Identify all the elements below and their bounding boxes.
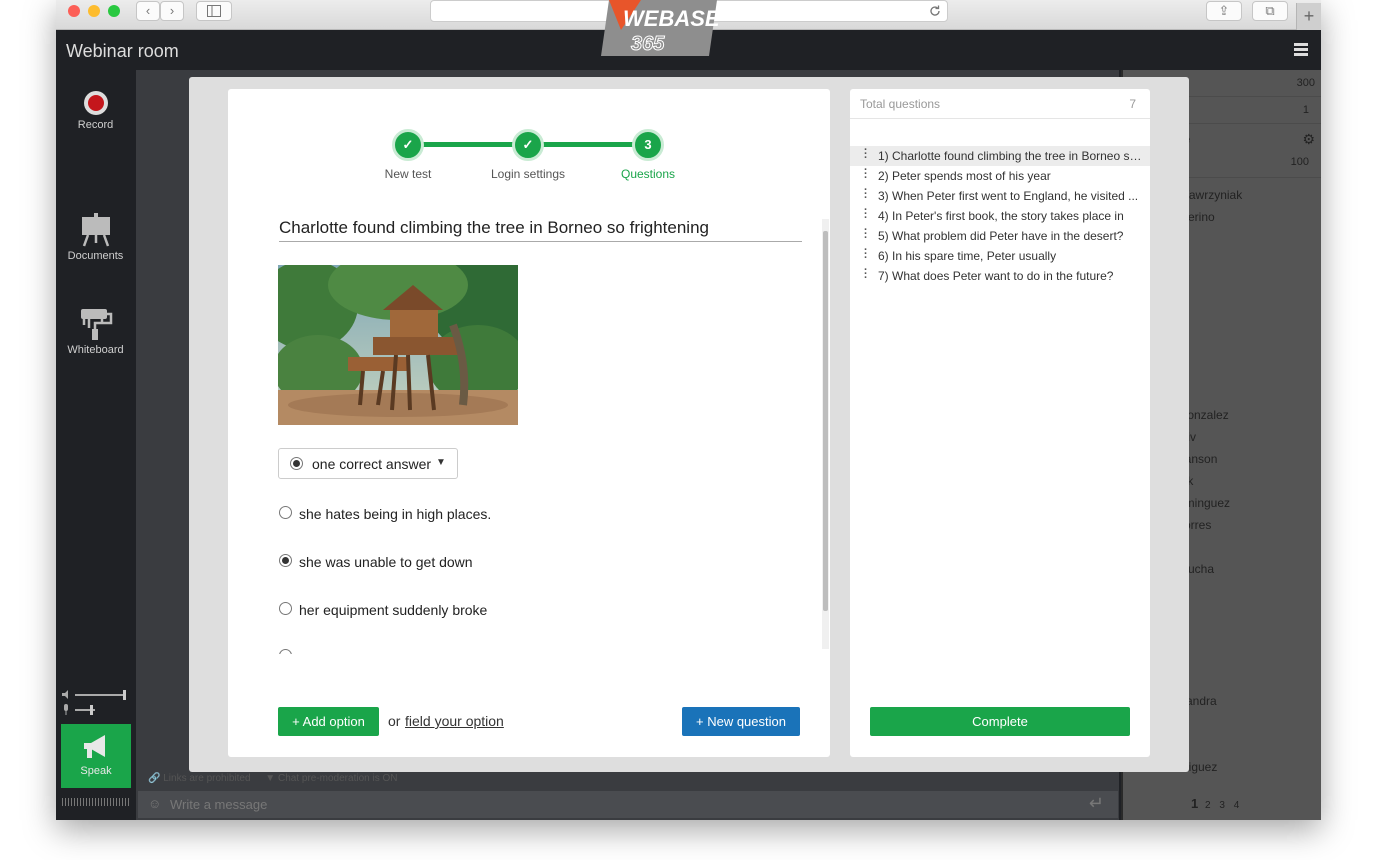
option-text[interactable]: her equipment suddenly broke xyxy=(299,602,487,618)
total-questions-label: Total questions xyxy=(860,97,941,111)
record-icon xyxy=(83,91,108,115)
filter-icon: ▼ xyxy=(265,773,276,784)
sidebar-toggle-icon[interactable] xyxy=(196,1,232,21)
megaphone-icon xyxy=(84,735,105,758)
total-questions-count: 7 xyxy=(1129,97,1136,111)
questions-header: Total questions 7 xyxy=(850,89,1150,119)
documents-button[interactable]: Documents xyxy=(56,213,135,262)
browser-window: ‹ › ⇪ ⧉ + Webinar room Record Documents … xyxy=(56,0,1321,820)
webase-logo: WEBASE 365 xyxy=(601,0,721,56)
answer-type-value: one correct answer xyxy=(312,456,432,472)
hamburger-menu-icon[interactable] xyxy=(1294,43,1308,57)
answer-type-select[interactable]: one correct answer ▼ xyxy=(278,448,458,479)
mic-level-meter xyxy=(62,798,130,806)
webase-logo-icon: WEBASE 365 xyxy=(601,0,721,56)
microphone-icon xyxy=(64,704,68,711)
whiteboard-button[interactable]: Whiteboard xyxy=(56,307,135,356)
option-radio[interactable] xyxy=(279,602,292,615)
question-list-item[interactable]: · · · 1) Charlotte found climbing the tree … xyxy=(850,146,1150,166)
question-list-item[interactable]: · · · 5) What problem did Peter have in the… xyxy=(850,226,1150,246)
page-link[interactable]: 2 xyxy=(1205,800,1211,811)
participants-count: 100 xyxy=(1290,156,1309,168)
or-label: or xyxy=(388,713,401,729)
step-new-test-icon[interactable]: ✓ xyxy=(392,129,424,161)
question-list-item[interactable]: · · · 3) When Peter first went to England, … xyxy=(850,186,1150,206)
option-radio-partial[interactable] xyxy=(279,649,293,654)
speak-button[interactable]: Speak xyxy=(61,724,131,788)
record-label: Record xyxy=(77,119,114,131)
participants-count: 1 xyxy=(1302,104,1309,116)
chat-input[interactable]: ☺ Write a message ↵ xyxy=(138,791,1118,818)
page-link[interactable]: 4 xyxy=(1234,800,1240,811)
complete-button[interactable]: Complete xyxy=(870,707,1130,736)
participants-count: 300 xyxy=(1296,77,1315,89)
new-tab-button[interactable]: + xyxy=(1296,3,1321,30)
logo-text-top: WEBASE xyxy=(623,6,721,31)
forward-icon[interactable]: › xyxy=(160,1,184,21)
option-radio[interactable] xyxy=(279,506,292,519)
link-icon: 🔗 xyxy=(148,773,161,784)
emoji-icon[interactable]: ☺ xyxy=(148,796,161,811)
whiteboard-label: Whiteboard xyxy=(67,344,124,356)
new-question-button[interactable]: + New question xyxy=(682,707,800,736)
question-list-item[interactable]: · · · 2) Peter spends most of his year xyxy=(850,166,1150,186)
scrollbar[interactable] xyxy=(822,219,829,649)
links-prohibited-label: Links are prohibited xyxy=(163,773,251,784)
presentation-board-icon xyxy=(81,213,110,247)
documents-label: Documents xyxy=(67,250,124,262)
question-list-item[interactable]: · · · 4) In Peter's first book, the story t… xyxy=(850,206,1150,226)
question-list-item[interactable]: · · · 7) What does Peter want to do in the … xyxy=(850,266,1150,286)
paint-roller-icon xyxy=(80,309,112,340)
chevron-down-icon: ▼ xyxy=(436,457,446,468)
option-text[interactable]: she was unable to get down xyxy=(299,554,473,570)
question-editor-card: ✓ ✓ 3 New test Login settings Questions … xyxy=(228,89,830,757)
page-link[interactable]: 3 xyxy=(1219,800,1225,811)
chat-placeholder: Write a message xyxy=(170,797,268,812)
send-icon[interactable]: ↵ xyxy=(1089,793,1104,814)
minimize-window-icon[interactable] xyxy=(88,5,100,17)
question-title-input[interactable]: Charlotte found climbing the tree in Bor… xyxy=(279,218,802,242)
question-image[interactable] xyxy=(278,265,518,425)
questions-list-card: Total questions 7 · · · 1) Charlotte found … xyxy=(850,89,1150,757)
step-login-settings-label[interactable]: Login settings xyxy=(473,167,583,181)
audio-sliders[interactable] xyxy=(61,688,131,718)
treehouse-image xyxy=(278,265,518,425)
gear-icon[interactable]: ⚙ xyxy=(1302,131,1315,148)
pre-moderation-label: Chat pre-moderation is ON xyxy=(277,773,398,784)
step-login-settings-icon[interactable]: ✓ xyxy=(512,129,544,161)
speaker-icon xyxy=(62,690,68,699)
reload-icon[interactable] xyxy=(929,5,941,17)
pagination: 1 2 3 4 xyxy=(1191,796,1239,811)
zoom-window-icon[interactable] xyxy=(108,5,120,17)
option-text[interactable]: she hates being in high places. xyxy=(299,506,491,522)
share-icon[interactable]: ⇪ xyxy=(1206,1,1242,21)
logo-text-bottom: 365 xyxy=(631,33,665,55)
option-radio[interactable] xyxy=(279,554,292,567)
record-button[interactable]: Record xyxy=(56,90,135,131)
speak-label: Speak xyxy=(80,765,112,777)
radio-icon xyxy=(290,457,303,470)
tabs-overview-icon[interactable]: ⧉ xyxy=(1252,1,1288,21)
app-title: Webinar room xyxy=(66,41,179,61)
add-option-button[interactable]: + Add option xyxy=(278,707,379,736)
test-editor-modal: ✓ ✓ 3 New test Login settings Questions … xyxy=(189,77,1189,772)
step-new-test-label[interactable]: New test xyxy=(353,167,463,181)
field-option-link[interactable]: field your option xyxy=(405,713,504,729)
question-list-item[interactable]: · · · 6) In his spare time, Peter usually xyxy=(850,246,1150,266)
back-icon[interactable]: ‹ xyxy=(136,1,160,21)
step-questions-label[interactable]: Questions xyxy=(593,167,703,181)
close-window-icon[interactable] xyxy=(68,5,80,17)
page-link[interactable]: 1 xyxy=(1191,796,1198,811)
left-toolbar: Record Documents Whiteboard Speak xyxy=(56,70,135,820)
chat-info: 🔗 Links are prohibited ▼ Chat pre-modera… xyxy=(148,773,397,784)
step-questions-icon[interactable]: 3 xyxy=(632,129,664,161)
